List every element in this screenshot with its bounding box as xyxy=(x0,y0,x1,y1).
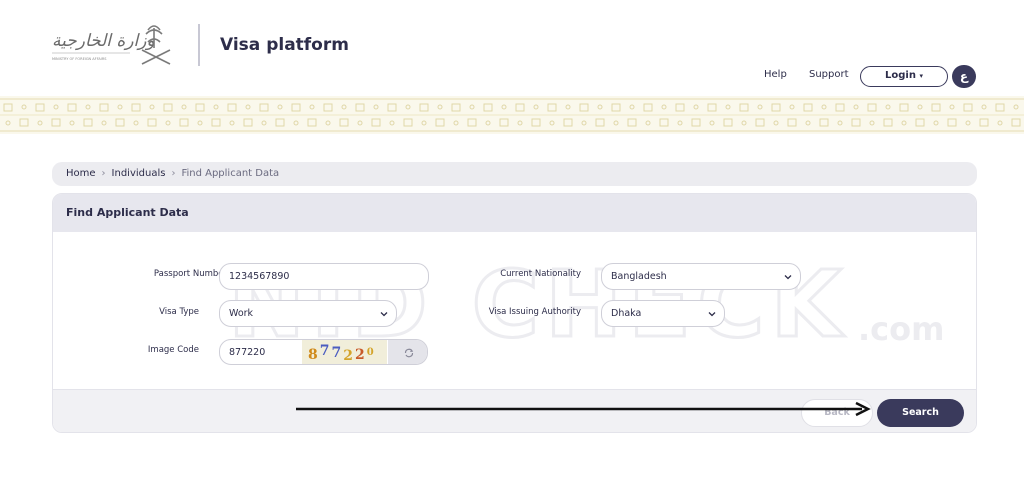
breadcrumb-current: Find Applicant Data xyxy=(181,168,280,179)
refresh-icon xyxy=(404,348,413,358)
captcha-char: 8 xyxy=(308,347,320,363)
visa-type-select[interactable]: Work xyxy=(219,300,397,327)
login-button[interactable]: Login ▾ xyxy=(860,66,948,87)
ministry-emblem-icon[interactable]: وزارة الخارجية MINISTRY OF FOREIGN AFFAI… xyxy=(50,20,186,68)
authority-label: Visa Issuing Authority xyxy=(488,307,581,317)
passport-input[interactable]: 1234567890 xyxy=(219,263,429,290)
authority-value: Dhaka xyxy=(611,308,642,319)
captcha-char: 7 xyxy=(332,345,344,361)
visa-type-value: Work xyxy=(229,308,254,319)
svg-text:وزارة الخارجية: وزارة الخارجية xyxy=(52,31,155,51)
nationality-label: Current Nationality xyxy=(500,269,581,279)
nationality-value: Bangladesh xyxy=(611,271,667,282)
captcha-glyphs: 877220 xyxy=(308,343,376,364)
breadcrumb-home[interactable]: Home xyxy=(66,168,96,179)
image-code-label: Image Code xyxy=(147,345,199,355)
header-divider xyxy=(198,24,200,66)
top-navigation: Help Support Login ▾ ع xyxy=(0,65,1024,88)
image-code-input[interactable]: 877220 xyxy=(229,340,265,364)
chevron-down-icon xyxy=(708,312,716,317)
refresh-captcha-button[interactable] xyxy=(388,340,427,364)
visa-type-label: Visa Type xyxy=(159,307,199,317)
chevron-down-icon xyxy=(784,275,792,280)
captcha-char: 2 xyxy=(355,347,367,363)
search-button[interactable]: Search xyxy=(877,399,964,427)
captcha-image: 877220 xyxy=(302,340,387,364)
decorative-pattern-band xyxy=(0,96,1024,134)
chevron-down-icon xyxy=(380,312,388,317)
svg-text:MINISTRY OF FOREIGN AFFAIRS: MINISTRY OF FOREIGN AFFAIRS xyxy=(52,57,107,61)
breadcrumb-individuals[interactable]: Individuals xyxy=(112,168,166,179)
find-applicant-card: Find Applicant Data NID CHECK .com Passp… xyxy=(52,193,977,433)
authority-select[interactable]: Dhaka xyxy=(601,300,725,327)
chevron-down-icon: ▾ xyxy=(919,72,923,80)
watermark-suffix: .com xyxy=(858,310,944,348)
language-toggle-button[interactable]: ع xyxy=(952,65,976,88)
captcha-char: 2 xyxy=(343,348,355,364)
captcha-group: 877220 877220 xyxy=(219,339,428,365)
platform-title: Visa platform xyxy=(220,35,349,55)
chevron-right-icon: › xyxy=(171,168,176,179)
breadcrumb: Home › Individuals › Find Applicant Data xyxy=(52,162,977,186)
card-title: Find Applicant Data xyxy=(53,194,976,232)
passport-label: Passport Number xyxy=(153,269,227,279)
help-link[interactable]: Help xyxy=(764,69,787,80)
captcha-char: 0 xyxy=(367,347,376,358)
site-header: وزارة الخارجية MINISTRY OF FOREIGN AFFAI… xyxy=(0,0,1024,98)
captcha-char: 7 xyxy=(320,343,332,359)
svg-text:877220: 877220 xyxy=(308,343,376,364)
support-link[interactable]: Support xyxy=(809,69,849,80)
chevron-right-icon: › xyxy=(101,168,106,179)
arrow-right-icon xyxy=(296,401,871,417)
login-label: Login xyxy=(885,70,916,81)
nationality-select[interactable]: Bangladesh xyxy=(601,263,801,290)
